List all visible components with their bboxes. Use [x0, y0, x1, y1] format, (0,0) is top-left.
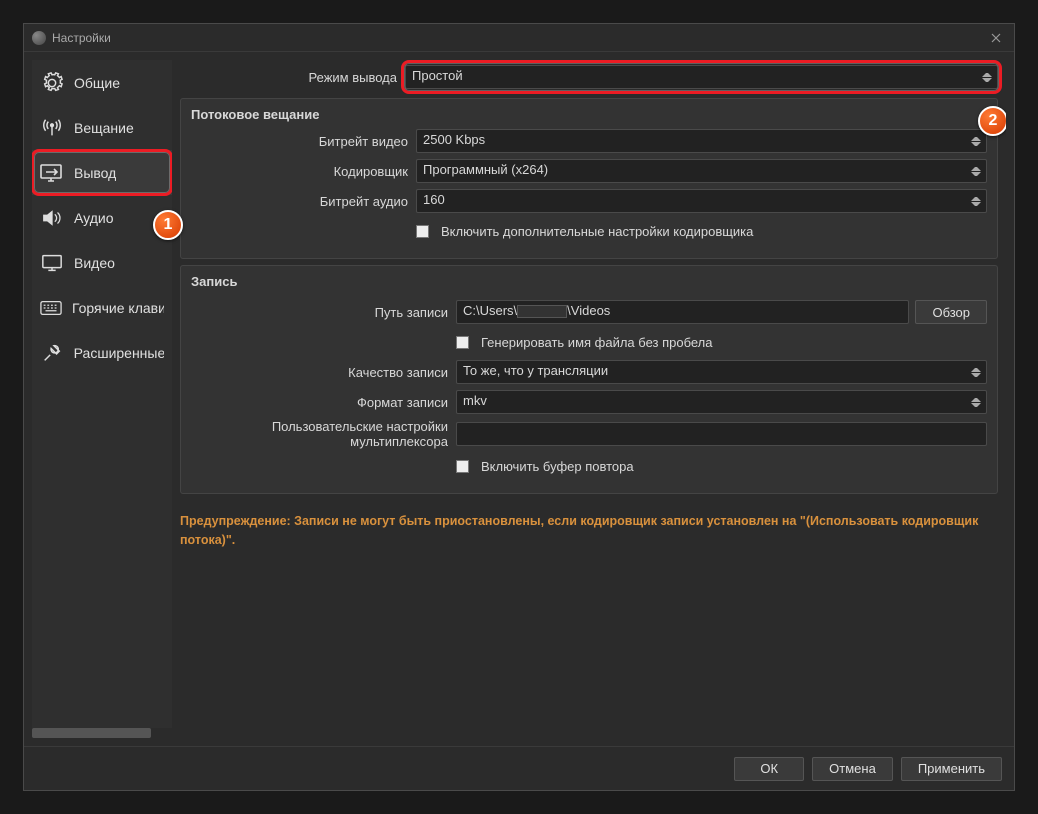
sidebar-item-label: Горячие клавиши	[72, 300, 164, 316]
output-mode-label: Режим вывода	[180, 70, 405, 85]
sidebar-scrollbar[interactable]	[32, 728, 172, 738]
replay-buffer-checkbox[interactable]	[456, 460, 469, 473]
chevron-updown-icon	[979, 66, 995, 88]
replay-buffer-label: Включить буфер повтора	[481, 459, 634, 474]
output-mode-value: Простой	[412, 68, 463, 83]
recording-format-label: Формат записи	[191, 395, 456, 410]
warning-text: Предупреждение: Записи не могут быть при…	[180, 512, 998, 550]
sidebar-item-label: Вещание	[74, 120, 134, 136]
sidebar-item-advanced[interactable]: Расширенные	[32, 330, 172, 375]
advanced-encoder-label: Включить дополнительные настройки кодиро…	[441, 224, 753, 239]
advanced-encoder-checkbox[interactable]	[416, 225, 429, 238]
audio-bitrate-label: Битрейт аудио	[191, 194, 416, 209]
video-bitrate-label: Битрейт видео	[191, 134, 416, 149]
encoder-select[interactable]: Программный (x264)	[416, 159, 987, 183]
gear-icon	[40, 71, 64, 95]
recording-format-select[interactable]: mkv	[456, 390, 987, 414]
video-bitrate-input[interactable]: 2500 Kbps	[416, 129, 987, 153]
recording-quality-label: Качество записи	[191, 365, 456, 380]
streaming-title: Потоковое вещание	[191, 107, 987, 122]
audio-bitrate-select[interactable]: 160	[416, 189, 987, 213]
recording-quality-select[interactable]: То же, что у трансляции	[456, 360, 987, 384]
sidebar-item-label: Аудио	[74, 210, 114, 226]
footer: ОК Отмена Применить	[24, 746, 1014, 790]
streaming-group: Потоковое вещание Битрейт видео 2500 Kbp…	[180, 98, 998, 259]
stepper-icon	[968, 130, 984, 152]
chevron-updown-icon	[968, 190, 984, 212]
sidebar-item-audio[interactable]: Аудио	[32, 195, 172, 240]
close-icon[interactable]	[986, 28, 1006, 48]
video-bitrate-value: 2500 Kbps	[423, 132, 485, 147]
keyboard-icon	[40, 296, 62, 320]
window-title: Настройки	[52, 31, 111, 45]
recording-path-masked	[517, 305, 567, 318]
sidebar: Общие Вещание Вывод Аудио	[32, 60, 172, 738]
encoder-label: Кодировщик	[191, 164, 416, 179]
monitor-arrow-icon	[40, 161, 64, 185]
muxer-label: Пользовательские настройки мультиплексор…	[191, 419, 456, 449]
audio-bitrate-value: 160	[423, 192, 445, 207]
recording-path-prefix: C:\Users\	[463, 303, 517, 318]
recording-title: Запись	[191, 274, 987, 289]
recording-group: Запись Путь записи C:\Users\ \Videos Обзо…	[180, 265, 998, 494]
recording-path-suffix: \Videos	[567, 303, 610, 318]
muxer-input[interactable]	[456, 422, 987, 446]
content-area: Общие Вещание Вывод Аудио	[24, 52, 1014, 746]
tools-icon	[40, 341, 64, 365]
no-space-label: Генерировать имя файла без пробела	[481, 335, 713, 350]
cancel-button[interactable]: Отмена	[812, 757, 893, 781]
antenna-icon	[40, 116, 64, 140]
titlebar: Настройки	[24, 24, 1014, 52]
sidebar-item-stream[interactable]: Вещание	[32, 105, 172, 150]
sidebar-item-general[interactable]: Общие	[32, 60, 172, 105]
sidebar-item-output[interactable]: Вывод	[32, 150, 172, 195]
apply-button[interactable]: Применить	[901, 757, 1002, 781]
sidebar-item-label: Расширенные	[74, 345, 164, 361]
monitor-icon	[40, 251, 64, 275]
chevron-updown-icon	[968, 391, 984, 413]
sidebar-item-video[interactable]: Видео	[32, 240, 172, 285]
sidebar-item-label: Видео	[74, 255, 115, 271]
browse-button[interactable]: Обзор	[915, 300, 987, 324]
sidebar-item-label: Общие	[74, 75, 120, 91]
recording-format-value: mkv	[463, 393, 487, 408]
chevron-updown-icon	[968, 160, 984, 182]
encoder-value: Программный (x264)	[423, 162, 548, 177]
sidebar-item-hotkeys[interactable]: Горячие клавиши	[32, 285, 172, 330]
recording-path-input[interactable]: C:\Users\ \Videos	[456, 300, 909, 324]
recording-quality-value: То же, что у трансляции	[463, 363, 608, 378]
chevron-updown-icon	[968, 361, 984, 383]
recording-path-label: Путь записи	[191, 305, 456, 320]
app-icon	[32, 31, 46, 45]
ok-button[interactable]: ОК	[734, 757, 804, 781]
speaker-icon	[40, 206, 64, 230]
output-mode-select[interactable]: Простой	[405, 65, 998, 89]
main-panel: Режим вывода Простой Потоковое вещание Б…	[172, 60, 1006, 738]
sidebar-item-label: Вывод	[74, 165, 116, 181]
no-space-checkbox[interactable]	[456, 336, 469, 349]
settings-window: Настройки Общие Вещание	[23, 23, 1015, 791]
